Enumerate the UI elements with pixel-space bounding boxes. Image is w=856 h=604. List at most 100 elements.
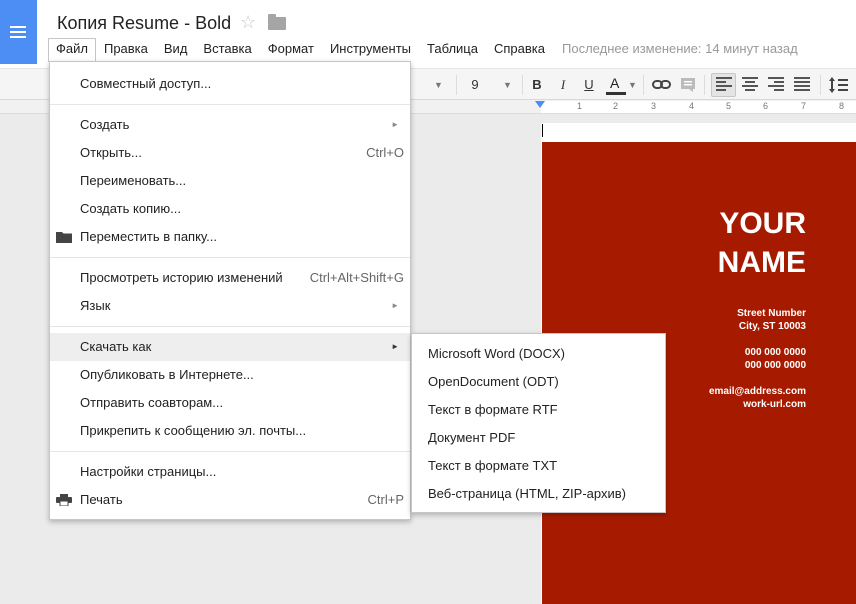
menu-separator <box>50 257 410 258</box>
menu-item-label: Просмотреть историю изменений <box>80 270 283 285</box>
menu-item-label: Создать <box>80 117 130 132</box>
menu-help[interactable]: Справка <box>486 38 553 62</box>
menu-item-label: Язык <box>80 298 111 313</box>
menu-item-print[interactable]: Печать Ctrl+P <box>50 486 410 514</box>
align-left-icon <box>716 76 732 92</box>
align-center-icon[interactable] <box>742 76 758 92</box>
ruler-tick: 6 <box>763 101 769 111</box>
menu-item-shortcut: Ctrl+O <box>366 145 404 160</box>
menu-item-label: Настройки страницы... <box>80 464 217 479</box>
resume-name-line1: YOUR <box>719 207 806 240</box>
menu-view[interactable]: Вид <box>156 38 196 62</box>
menu-item-label: Прикрепить к сообщению эл. почты... <box>80 423 307 438</box>
menu-item-open[interactable]: Открыть... Ctrl+O <box>50 139 410 167</box>
menu-item-publish[interactable]: Опубликовать в Интернете... <box>50 361 410 389</box>
menu-item-shortcut: Ctrl+P <box>367 492 404 507</box>
submenu-item-label: Текст в формате TXT <box>428 458 558 473</box>
toolbar-separator <box>643 75 644 95</box>
align-right-icon[interactable] <box>768 76 784 92</box>
submenu-item-label: OpenDocument (ODT) <box>428 374 559 389</box>
download-odt[interactable]: OpenDocument (ODT) <box>412 368 665 396</box>
resume-url: work-url.com <box>743 399 806 410</box>
folder-icon[interactable] <box>268 14 286 30</box>
menu-separator <box>50 104 410 105</box>
indent-marker-icon[interactable] <box>535 101 545 108</box>
ruler-tick: 3 <box>651 101 657 111</box>
menu-separator <box>50 326 410 327</box>
font-size-caret-icon[interactable]: ▼ <box>503 74 512 96</box>
download-rtf[interactable]: Текст в формате RTF <box>412 396 665 424</box>
folder-icon <box>56 232 72 243</box>
submenu-arrow-icon: ► <box>391 342 399 351</box>
resume-name: YOUR NAME <box>718 204 806 282</box>
menu-item-label: Переименовать... <box>80 173 187 188</box>
font-size-value[interactable]: 9 <box>470 74 480 96</box>
menu-item-email-collaborators[interactable]: Отправить соавторам... <box>50 389 410 417</box>
align-justify-icon[interactable] <box>794 76 810 92</box>
submenu-item-label: Веб-страница (HTML, ZIP-архив) <box>428 486 626 501</box>
resume-city: City, ST 10003 <box>738 321 806 332</box>
text-color-button[interactable]: A <box>604 74 630 96</box>
last-edit-status[interactable]: Последнее изменение: 14 минут назад <box>562 41 798 56</box>
menu-item-label: Печать <box>80 492 123 507</box>
font-dropdown-caret-icon[interactable]: ▼ <box>434 74 443 96</box>
toolbar-separator <box>704 75 705 95</box>
bold-button[interactable]: B <box>530 74 544 96</box>
menu-item-page-setup[interactable]: Настройки страницы... <box>50 458 410 486</box>
google-docs-window: Копия Resume - Bold ☆ Файл Правка Вид Вс… <box>0 0 856 604</box>
underline-button[interactable]: U <box>582 74 596 96</box>
docs-logo-icon[interactable] <box>0 0 37 64</box>
text-color-caret-icon[interactable]: ▼ <box>628 74 637 96</box>
menu-item-move-to-folder[interactable]: Переместить в папку... <box>50 223 410 251</box>
menu-item-download-as[interactable]: Скачать как ► <box>50 333 410 361</box>
line-spacing-icon[interactable] <box>828 76 848 94</box>
menubar: Файл Правка Вид Вставка Формат Инструмен… <box>48 38 553 62</box>
document-title[interactable]: Копия Resume - Bold <box>57 13 231 34</box>
menu-format[interactable]: Формат <box>260 38 322 62</box>
text-cursor <box>542 124 543 137</box>
resume-name-line2: NAME <box>717 246 806 279</box>
menu-item-new[interactable]: Создать ► <box>50 111 410 139</box>
text-color-swatch <box>606 92 626 95</box>
toolbar-separator <box>456 75 457 95</box>
link-icon[interactable] <box>652 79 672 91</box>
toolbar-separator <box>522 75 523 95</box>
menu-item-revision-history[interactable]: Просмотреть историю изменений Ctrl+Alt+S… <box>50 264 410 292</box>
download-txt[interactable]: Текст в формате TXT <box>412 452 665 480</box>
download-pdf[interactable]: Документ PDF <box>412 424 665 452</box>
menu-item-rename[interactable]: Переименовать... <box>50 167 410 195</box>
menu-item-label: Открыть... <box>80 145 142 160</box>
ruler-tick: 2 <box>613 101 619 111</box>
submenu-arrow-icon: ► <box>391 301 399 310</box>
menu-item-label: Переместить в папку... <box>80 229 217 244</box>
menu-separator <box>50 451 410 452</box>
menu-item-label: Опубликовать в Интернете... <box>80 367 254 382</box>
menu-item-share[interactable]: Совместный доступ... <box>50 70 410 98</box>
menu-item-label: Скачать как <box>80 339 152 354</box>
menu-item-label: Совместный доступ... <box>80 76 212 91</box>
menu-item-email-attachment[interactable]: Прикрепить к сообщению эл. почты... <box>50 417 410 445</box>
text-color-letter: A <box>610 75 620 91</box>
menu-edit[interactable]: Правка <box>96 38 156 62</box>
download-html-zip[interactable]: Веб-страница (HTML, ZIP-архив) <box>412 480 665 508</box>
star-icon[interactable]: ☆ <box>240 12 256 33</box>
menu-insert[interactable]: Вставка <box>195 38 259 62</box>
ruler-tick: 1 <box>577 101 583 111</box>
menu-item-label: Отправить соавторам... <box>80 395 224 410</box>
menu-item-make-copy[interactable]: Создать копию... <box>50 195 410 223</box>
print-icon <box>56 494 72 506</box>
resume-phone-2: 000 000 0000 <box>744 360 806 371</box>
download-docx[interactable]: Microsoft Word (DOCX) <box>412 340 665 368</box>
menu-table[interactable]: Таблица <box>419 38 486 62</box>
menu-file[interactable]: Файл <box>48 38 96 62</box>
ruler-tick: 8 <box>839 101 845 111</box>
italic-button[interactable]: I <box>557 74 569 96</box>
menu-item-label: Создать копию... <box>80 201 181 216</box>
comment-icon[interactable] <box>680 77 696 93</box>
download-as-submenu: Microsoft Word (DOCX) OpenDocument (ODT)… <box>411 333 666 513</box>
ruler-tick: 4 <box>689 101 695 111</box>
toolbar-separator <box>820 75 821 95</box>
ruler-tick: 7 <box>801 101 807 111</box>
menu-item-language[interactable]: Язык ► <box>50 292 410 320</box>
menu-tools[interactable]: Инструменты <box>322 38 419 62</box>
